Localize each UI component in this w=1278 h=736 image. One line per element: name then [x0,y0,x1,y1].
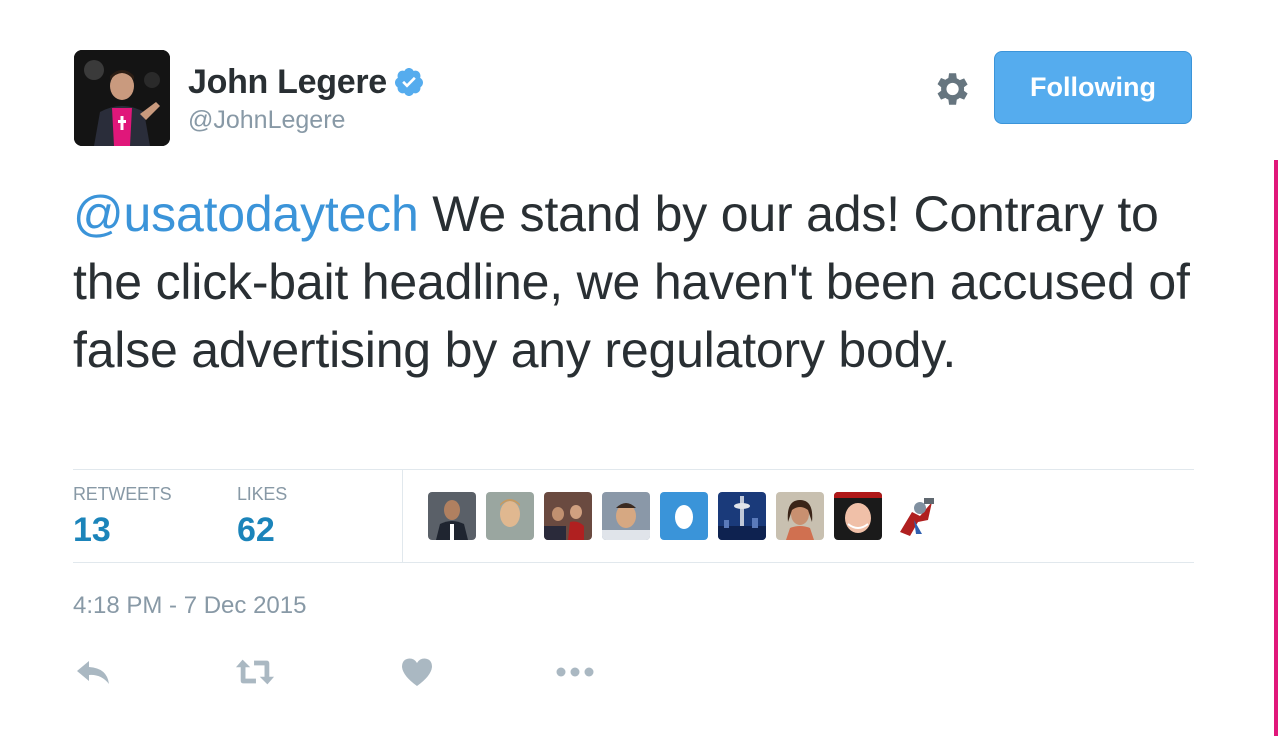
likes-label: LIKES [237,484,288,504]
reply-icon[interactable] [73,652,113,692]
likes-count: 62 [237,511,275,549]
author-name-row: John Legere [188,62,425,102]
retweets-count: 13 [73,511,111,549]
author-handle[interactable]: @JohnLegere [188,106,425,135]
stats-separator [402,470,403,562]
retweets-stat[interactable]: RETWEETS 13 [73,484,172,550]
following-button[interactable]: Following [994,51,1192,124]
liker-avatar[interactable] [428,492,476,540]
divider-bottom [73,562,1194,563]
retweets-label: RETWEETS [73,484,172,504]
verified-badge-icon [393,66,425,98]
retweet-icon[interactable] [235,652,275,692]
liker-avatar[interactable] [834,492,882,540]
tweet-stats: RETWEETS 13 LIKES 62 [73,470,1194,562]
liker-avatar[interactable] [892,492,940,540]
liker-avatar[interactable] [486,492,534,540]
liker-avatar[interactable] [776,492,824,540]
author-avatar[interactable] [74,50,170,146]
scroll-edge-indicator [1274,160,1278,736]
tweet-text: @usatodaytech We stand by our ads! Contr… [73,180,1203,384]
heart-icon[interactable] [397,652,437,692]
mention-link[interactable]: @usatodaytech [73,186,419,242]
tweet-card: John Legere @JohnLegere Following @usato… [0,0,1278,736]
liker-avatar[interactable] [660,492,708,540]
author-name[interactable]: John Legere [188,63,387,102]
tweet-timestamp[interactable]: 4:18 PM - 7 Dec 2015 [73,592,306,620]
author-info: John Legere @JohnLegere [188,62,425,135]
liker-avatar[interactable] [718,492,766,540]
liker-avatar[interactable] [544,492,592,540]
more-dots-icon[interactable] [555,652,595,692]
liker-avatar[interactable] [602,492,650,540]
likes-stat[interactable]: LIKES 62 [237,484,287,550]
likers-avatars [428,492,950,540]
gear-icon[interactable] [930,68,972,110]
